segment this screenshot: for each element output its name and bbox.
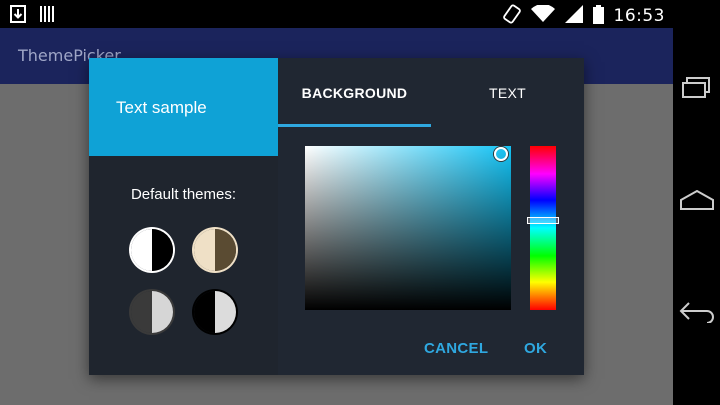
clock: 16:53: [613, 6, 665, 26]
status-bar: 16:53: [0, 0, 673, 28]
preview-panel: Text sample Default themes:: [89, 58, 278, 375]
black-lightgray-theme-button[interactable]: [194, 291, 236, 333]
saturation-value-picker[interactable]: [305, 146, 511, 310]
hue-slider[interactable]: [530, 146, 556, 310]
text-sample-preview: Text sample: [89, 58, 278, 156]
navigation-bar: [673, 0, 720, 405]
wifi-icon: [530, 4, 555, 27]
color-editor-panel: BACKGROUND TEXT CANCEL OK: [278, 58, 584, 375]
text-sample: Text sample: [116, 98, 207, 117]
saturation-value-handle[interactable]: [493, 147, 508, 162]
cell-signal-icon: [564, 5, 583, 27]
beige-brown-theme-button[interactable]: [194, 229, 236, 271]
tab-text[interactable]: TEXT: [431, 58, 584, 128]
back-button[interactable]: [673, 294, 720, 334]
rotation-icon: [502, 4, 521, 28]
back-icon: [679, 301, 715, 327]
tab-bar: BACKGROUND TEXT: [278, 58, 584, 128]
white-black-theme-button[interactable]: [131, 229, 173, 271]
barcode-notification-icon: [40, 5, 54, 27]
cancel-button[interactable]: CANCEL: [424, 328, 488, 368]
tab-background[interactable]: BACKGROUND: [278, 58, 431, 128]
default-themes-label: Default themes:: [130, 186, 237, 203]
battery-icon: [592, 4, 604, 28]
hue-slider-handle[interactable]: [527, 216, 559, 224]
download-notification-icon: [10, 5, 26, 27]
recent-apps-icon: [681, 77, 712, 103]
ok-button[interactable]: OK: [524, 328, 547, 368]
darkgray-lightgray-theme-button[interactable]: [131, 291, 173, 333]
tab-indicator: [278, 124, 431, 127]
theme-picker-dialog: Text sample Default themes: BACKGROUND T…: [89, 58, 584, 375]
home-icon: [679, 189, 714, 214]
recent-apps-button[interactable]: [673, 70, 720, 110]
home-button[interactable]: [673, 182, 720, 222]
